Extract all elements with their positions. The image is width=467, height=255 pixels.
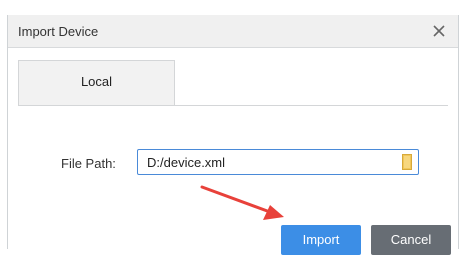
tab-local-label: Local (80, 74, 113, 89)
cancel-button[interactable]: Cancel (371, 225, 451, 255)
file-path-value: D:/device.xml (147, 155, 226, 170)
tab-divider (18, 105, 448, 106)
file-path-input[interactable]: D:/device.xml (137, 149, 419, 175)
cancel-button-label: Cancel (390, 232, 432, 247)
tab-local[interactable]: Local (18, 60, 175, 106)
dialog-titlebar: Import Device (8, 15, 458, 48)
folder-icon[interactable] (402, 154, 412, 170)
file-path-label: File Path: (61, 156, 116, 171)
annotation-arrow (200, 185, 284, 220)
dialog-title: Import Device (18, 24, 99, 39)
close-icon[interactable] (430, 22, 448, 40)
import-button[interactable]: Import (281, 225, 361, 255)
import-button-label: Import (302, 232, 340, 247)
